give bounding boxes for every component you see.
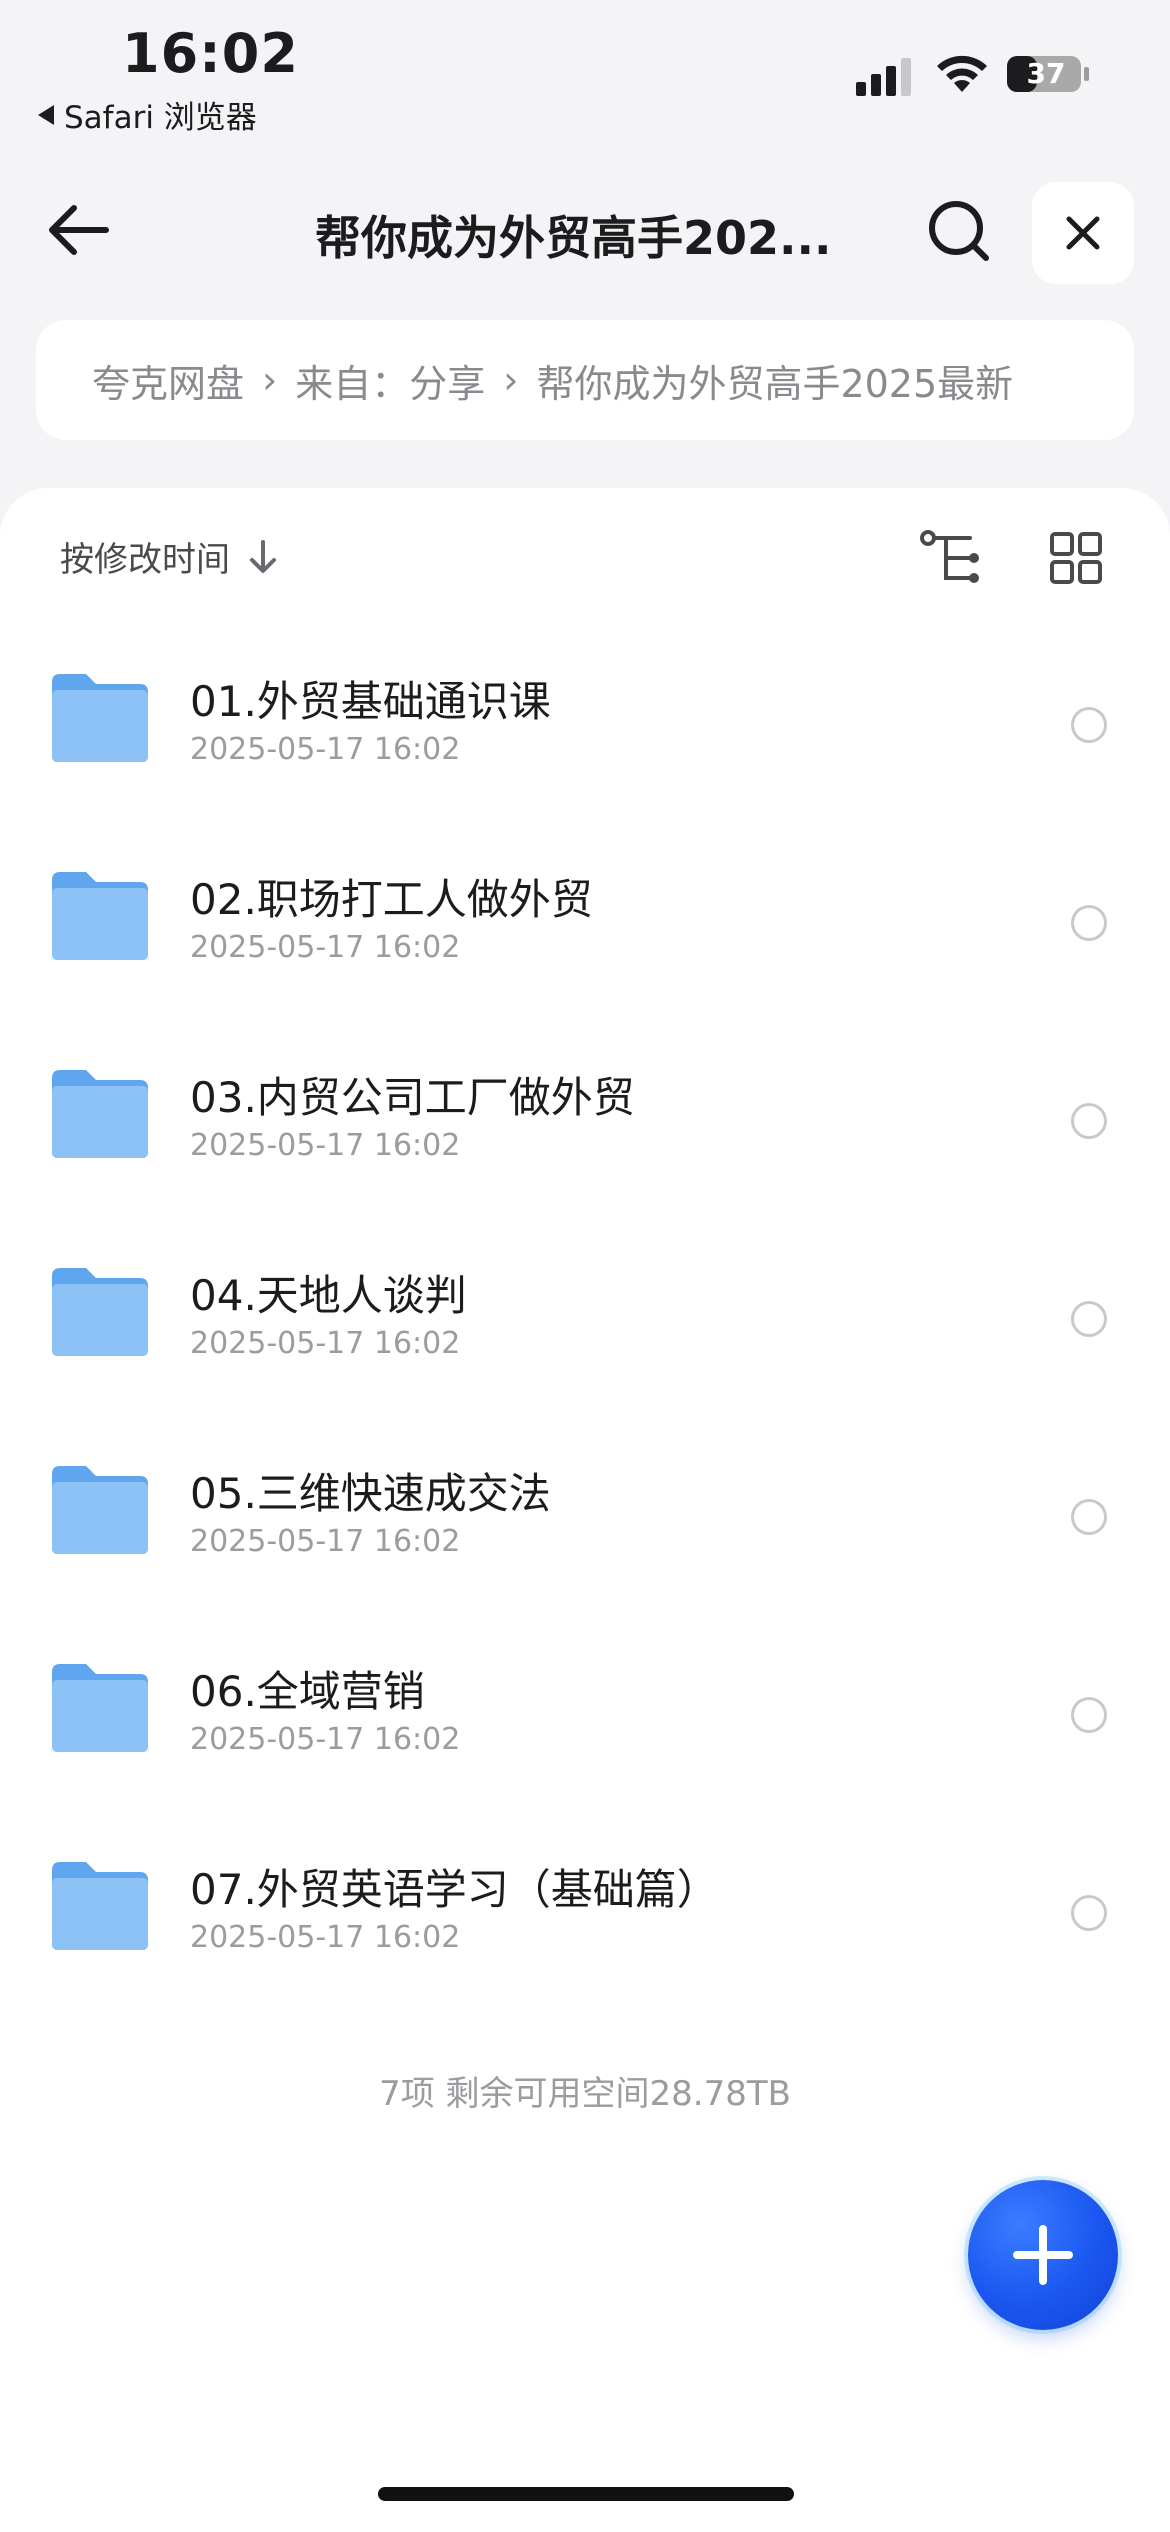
file-name: 06.全域营销 [190,1667,425,1716]
sort-label: 按修改时间 [60,540,230,580]
list-item[interactable]: 05.三维快速成交法 2025-05-17 16:02 [0,1430,1170,1628]
folder-icon [52,872,148,960]
folder-icon [52,1268,148,1356]
tree-structure-icon[interactable] [920,528,984,588]
file-list: 01.外贸基础通识课 2025-05-17 16:02 02.职场打工人做外贸 … [0,638,1170,2024]
home-indicator[interactable] [378,2487,794,2501]
page-title: 帮你成为外贸高手202... [315,211,832,265]
list-item[interactable]: 07.外贸英语学习（基础篇） 2025-05-17 16:02 [0,1826,1170,2024]
battery-level: 37 [1026,57,1066,90]
list-item[interactable]: 06.全域营销 2025-05-17 16:02 [0,1628,1170,1826]
wifi-icon [937,55,987,92]
folder-icon [52,1070,148,1158]
close-button[interactable] [1032,182,1134,284]
file-date: 2025-05-17 16:02 [190,1722,461,1757]
list-item[interactable]: 02.职场打工人做外贸 2025-05-17 16:02 [0,836,1170,1034]
sort-button[interactable]: 按修改时间 [60,532,278,581]
select-radio[interactable] [1071,1697,1107,1733]
chevron-right-icon: › [262,358,278,402]
file-name: 04.天地人谈判 [190,1271,467,1320]
nav-bar: 帮你成为外贸高手202... [0,170,1170,290]
file-name: 05.三维快速成交法 [190,1469,551,1518]
select-radio[interactable] [1071,905,1107,941]
back-to-app-link[interactable]: Safari 浏览器 [38,92,257,137]
breadcrumb-item-root[interactable]: 夸克网盘 [92,353,244,408]
battery-indicator: 37 [1006,54,1090,94]
grid-view-icon[interactable] [1050,532,1102,584]
add-button[interactable] [968,2180,1118,2330]
breadcrumb-item-current: 帮你成为外贸高手2025最新 [536,361,1014,406]
status-bar: 16:02 Safari 浏览器 37 [0,0,1170,140]
file-name: 03.内贸公司工厂做外贸 [190,1073,635,1122]
breadcrumb: 夸克网盘 › 来自：分享 › 帮你成为外贸高手2025最新 [36,320,1134,440]
storage-info: 7项 剩余可用空间28.78TB [379,2074,791,2114]
select-radio[interactable] [1071,1301,1107,1337]
select-radio[interactable] [1071,707,1107,743]
file-name: 02.职场打工人做外贸 [190,875,593,924]
chevron-right-icon: › [503,358,519,402]
arrow-down-icon [250,539,276,573]
page: 16:02 Safari 浏览器 37 帮你成为外贸高手202... 夸克网盘 … [0,0,1170,2532]
file-date: 2025-05-17 16:02 [190,1128,461,1163]
breadcrumb-item-share[interactable]: 来自：分享 [295,353,485,408]
cellular-signal-icon [856,58,911,96]
list-item[interactable]: 04.天地人谈判 2025-05-17 16:02 [0,1232,1170,1430]
select-radio[interactable] [1071,1499,1107,1535]
folder-icon [52,1862,148,1950]
search-icon[interactable] [926,198,992,264]
folder-icon [52,1664,148,1752]
file-name: 07.外贸英语学习（基础篇） [190,1865,719,1914]
folder-icon [52,1466,148,1554]
file-date: 2025-05-17 16:02 [190,1524,461,1559]
back-triangle-icon [38,104,54,125]
file-date: 2025-05-17 16:02 [190,1920,461,1955]
file-date: 2025-05-17 16:02 [190,732,461,767]
list-item[interactable]: 03.内贸公司工厂做外贸 2025-05-17 16:02 [0,1034,1170,1232]
plus-icon [1013,2225,1073,2285]
arrow-left-icon[interactable] [44,200,114,260]
file-name: 01.外贸基础通识课 [190,677,551,726]
select-radio[interactable] [1071,1103,1107,1139]
list-item[interactable]: 01.外贸基础通识课 2025-05-17 16:02 [0,638,1170,836]
close-icon [1066,216,1100,250]
file-date: 2025-05-17 16:02 [190,1326,461,1361]
back-app-label: Safari 浏览器 [64,100,257,136]
file-date: 2025-05-17 16:02 [190,930,461,965]
status-time: 16:02 [122,22,299,85]
select-radio[interactable] [1071,1895,1107,1931]
folder-icon [52,674,148,762]
